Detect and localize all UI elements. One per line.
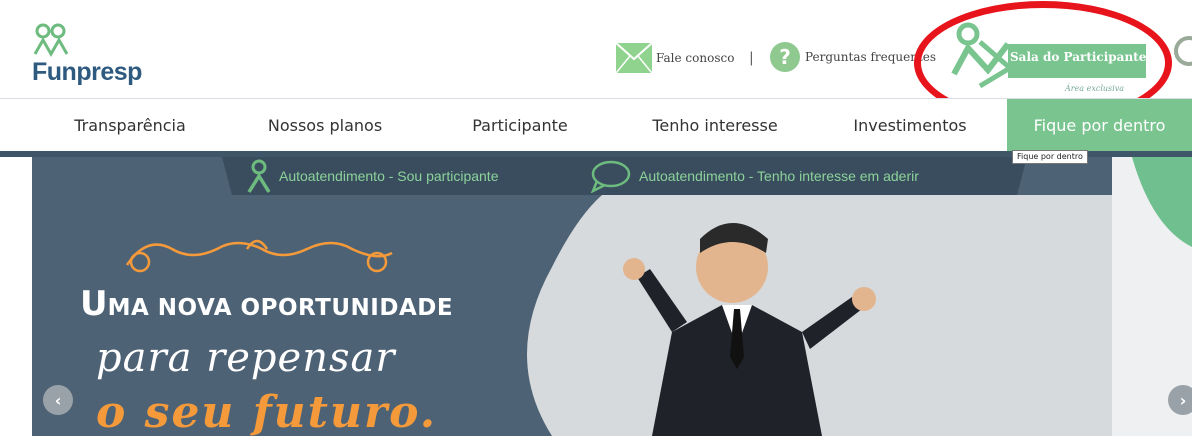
banner-tagline: o seu futuro. — [96, 387, 438, 436]
search-icon[interactable] — [1174, 36, 1192, 66]
chat-bubble-icon — [590, 160, 631, 193]
chevron-right-icon: › — [1179, 390, 1187, 410]
people-logo-icon — [33, 23, 69, 58]
headline-rest: MA NOVA OPORTUNIDADE — [107, 295, 454, 321]
contact-link[interactable]: Fale conosco — [616, 42, 734, 74]
logo-text: Funpresp — [32, 58, 142, 86]
headline-cap: U — [80, 284, 108, 324]
carousel-prev-button[interactable]: ‹ — [43, 385, 73, 415]
autoatendimento-bar: Autoatendimento - Sou participante Autoa… — [227, 157, 1027, 195]
sala-label: Sala do Participante — [1010, 50, 1147, 64]
hero-banner: Autoatendimento - Sou participante Autoa… — [32, 157, 1192, 436]
mail-icon — [616, 43, 652, 73]
chevron-left-icon: ‹ — [54, 390, 62, 410]
contact-label: Fale conosco — [656, 51, 735, 65]
nav-item-transparencia[interactable]: Transparência — [40, 99, 220, 151]
nav-item-investimentos[interactable]: Investimentos — [820, 99, 1000, 151]
person-icon — [247, 159, 271, 193]
nav-item-fique-por-dentro[interactable]: Fique por dentro — [1007, 99, 1192, 151]
auto-participante-label: Autoatendimento - Sou participante — [279, 168, 499, 184]
site-header: Funpresp Fale conosco | ? Perguntas freq… — [0, 0, 1192, 125]
sala-participante-button[interactable]: Sala do Participante Área exclusiva — [950, 22, 1150, 96]
nav-item-tenho-interesse[interactable]: Tenho interesse — [620, 99, 810, 151]
banner-subheadline: para repensar — [96, 335, 396, 381]
sala-subtitle: Área exclusiva — [1064, 84, 1124, 93]
nav-tooltip: Fique por dentro — [1012, 150, 1088, 164]
faq-label: Perguntas frequentes — [805, 50, 937, 64]
header-separator: | — [749, 50, 754, 66]
main-nav: Transparência Nossos planos Participante… — [0, 99, 1192, 151]
auto-interesse-link[interactable]: Autoatendimento - Tenho interesse em ade… — [589, 159, 919, 193]
help-icon: ? — [770, 42, 800, 72]
auto-interesse-label: Autoatendimento - Tenho interesse em ade… — [639, 168, 919, 184]
nav-item-nossos-planos[interactable]: Nossos planos — [230, 99, 420, 151]
carousel-next-button[interactable]: › — [1168, 385, 1192, 415]
nav-item-participante[interactable]: Participante — [430, 99, 610, 151]
faq-link[interactable]: ? Perguntas frequentes — [770, 40, 936, 74]
auto-participante-link[interactable]: Autoatendimento - Sou participante — [247, 159, 498, 193]
banner-headline: UMA NOVA OPORTUNIDADE — [80, 284, 453, 324]
